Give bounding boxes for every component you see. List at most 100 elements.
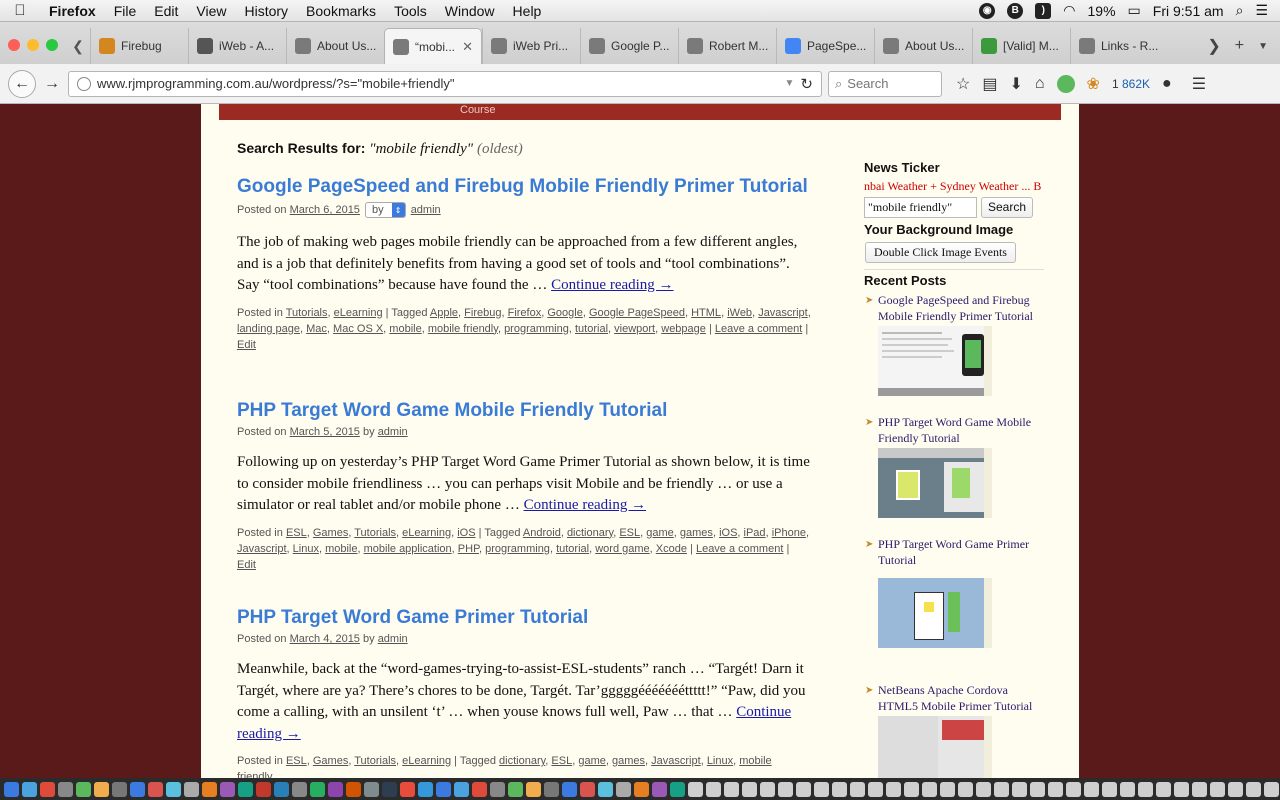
tag-link[interactable]: Javascript bbox=[237, 543, 287, 555]
dock-app-icon[interactable] bbox=[490, 781, 505, 797]
notification-center-icon[interactable]: ☰ bbox=[1255, 2, 1268, 19]
spotlight-search-icon[interactable]: ⌕ bbox=[1236, 2, 1244, 19]
dock-app-icon[interactable] bbox=[832, 781, 847, 797]
category-link[interactable]: eLearning bbox=[402, 755, 451, 767]
dock-app-icon[interactable] bbox=[706, 781, 721, 797]
category-link[interactable]: ESL bbox=[286, 755, 307, 767]
continue-reading-link[interactable]: Continue reading → bbox=[551, 277, 673, 293]
dock-app-icon[interactable] bbox=[1228, 781, 1243, 797]
new-tab-icon[interactable]: + bbox=[1235, 37, 1244, 55]
dock-app-icon[interactable] bbox=[1156, 781, 1171, 797]
menu-file[interactable]: File bbox=[105, 3, 146, 19]
results-order[interactable]: (oldest) bbox=[477, 141, 523, 157]
wifi-icon[interactable]: ◠ bbox=[1063, 2, 1075, 19]
close-tab-icon[interactable]: ✕ bbox=[462, 39, 473, 55]
category-link[interactable]: Games bbox=[313, 527, 348, 539]
tag-link[interactable]: programming bbox=[504, 323, 569, 335]
post-title[interactable]: PHP Target Word Game Mobile Friendly Tut… bbox=[237, 400, 811, 422]
tag-link[interactable]: webpage bbox=[661, 323, 706, 335]
tag-link[interactable]: mobile bbox=[325, 543, 357, 555]
author-link[interactable]: admin bbox=[378, 633, 408, 645]
post-date-link[interactable]: March 6, 2015 bbox=[290, 204, 360, 216]
author-link[interactable]: admin bbox=[411, 204, 441, 216]
dock-app-icon[interactable] bbox=[994, 781, 1009, 797]
dock-app-icon[interactable] bbox=[976, 781, 991, 797]
dock-app-icon[interactable] bbox=[616, 781, 631, 797]
tag-link[interactable]: game bbox=[578, 755, 606, 767]
category-link[interactable]: Tutorials bbox=[286, 307, 328, 319]
dock-app-icon[interactable] bbox=[652, 781, 667, 797]
search-input[interactable]: ⌕ Search bbox=[828, 70, 942, 97]
download-counter[interactable]: 1 862K bbox=[1112, 77, 1150, 91]
dock-app-icon[interactable] bbox=[850, 781, 865, 797]
browser-tab[interactable]: [Valid] M... bbox=[972, 28, 1070, 64]
recent-post-item[interactable]: ➤ PHP Target Word Game Mobile Friendly T… bbox=[864, 414, 1044, 518]
dock-app-icon[interactable] bbox=[904, 781, 919, 797]
reload-icon[interactable]: ↻ bbox=[800, 75, 813, 93]
tag-link[interactable]: PHP bbox=[458, 543, 479, 555]
browser-tab[interactable]: About Us... bbox=[286, 28, 384, 64]
leave-comment-link[interactable]: Leave a comment bbox=[715, 323, 802, 335]
dock-app-icon[interactable] bbox=[436, 781, 451, 797]
tag-link[interactable]: programming bbox=[485, 543, 550, 555]
dock-app-icon[interactable] bbox=[1246, 781, 1261, 797]
menu-edit[interactable]: Edit bbox=[145, 3, 187, 19]
menu-help[interactable]: Help bbox=[504, 3, 551, 19]
url-text[interactable]: www.rjmprogramming.com.au/wordpress/?s="… bbox=[97, 76, 779, 91]
dock-app-icon[interactable] bbox=[598, 781, 613, 797]
recent-post-item[interactable]: ➤ Google PageSpeed and Firebug Mobile Fr… bbox=[864, 292, 1044, 396]
dock-app-icon[interactable] bbox=[634, 781, 649, 797]
tag-link[interactable]: game bbox=[646, 527, 674, 539]
dock-app-icon[interactable] bbox=[274, 781, 289, 797]
recent-post-link[interactable]: Google PageSpeed and Firebug Mobile Frie… bbox=[878, 293, 1033, 323]
menu-window[interactable]: Window bbox=[436, 3, 504, 19]
tag-link[interactable]: iPhone bbox=[772, 527, 806, 539]
category-link[interactable]: iOS bbox=[457, 527, 475, 539]
dock-app-icon[interactable] bbox=[40, 781, 55, 797]
tab-list-dropdown-icon[interactable]: ▼ bbox=[1258, 41, 1268, 52]
dock-app-icon[interactable] bbox=[112, 781, 127, 797]
recent-post-item[interactable]: ➤ NetBeans Apache Cordova HTML5 Mobile P… bbox=[864, 682, 1044, 778]
dock-app-icon[interactable] bbox=[292, 781, 307, 797]
recent-post-link[interactable]: PHP Target Word Game Primer Tutorial bbox=[878, 537, 1029, 567]
dock-app-icon[interactable] bbox=[310, 781, 325, 797]
continue-reading-link[interactable]: Continue reading → bbox=[524, 497, 646, 513]
dock-app-icon[interactable] bbox=[418, 781, 433, 797]
status-b-icon[interactable]: B bbox=[1007, 2, 1024, 19]
dock-app-icon[interactable] bbox=[796, 781, 811, 797]
post-title[interactable]: Google PageSpeed and Firebug Mobile Frie… bbox=[237, 176, 811, 198]
dock-app-icon[interactable] bbox=[670, 781, 685, 797]
reading-list-icon[interactable]: ▤ bbox=[982, 74, 997, 94]
tab-scroll-left-icon[interactable]: ❮ bbox=[66, 28, 90, 64]
dock-app-icon[interactable] bbox=[220, 781, 235, 797]
dock-app-icon[interactable] bbox=[778, 781, 793, 797]
clock[interactable]: Fri 9:51 am bbox=[1153, 3, 1224, 19]
dock-app-icon[interactable] bbox=[328, 781, 343, 797]
dock-app-icon[interactable] bbox=[742, 781, 757, 797]
dock-app-icon[interactable] bbox=[184, 781, 199, 797]
tag-link[interactable]: mobile application bbox=[364, 543, 452, 555]
edit-link[interactable]: Edit bbox=[237, 339, 256, 351]
category-link[interactable]: eLearning bbox=[334, 307, 383, 319]
home-icon[interactable]: ⌂ bbox=[1035, 75, 1045, 93]
double-click-image-events-button[interactable]: Double Click Image Events bbox=[865, 242, 1016, 263]
author-link[interactable]: admin bbox=[378, 426, 408, 438]
category-link[interactable]: ESL bbox=[286, 527, 307, 539]
dock-app-icon[interactable] bbox=[454, 781, 469, 797]
dock-app-icon[interactable] bbox=[940, 781, 955, 797]
recent-post-thumbnail[interactable] bbox=[878, 716, 992, 778]
tag-link[interactable]: iWeb bbox=[727, 307, 752, 319]
dock-app-icon[interactable] bbox=[814, 781, 829, 797]
dock-app-icon[interactable] bbox=[166, 781, 181, 797]
tab-scroll-right-icon[interactable]: ❯ bbox=[1207, 36, 1220, 56]
dock-app-icon[interactable] bbox=[400, 781, 415, 797]
dock-app-icon[interactable] bbox=[346, 781, 361, 797]
dock-app-icon[interactable] bbox=[724, 781, 739, 797]
recent-post-item[interactable]: ➤ PHP Target Word Game Primer Tutorial bbox=[864, 536, 1044, 648]
news-ticker[interactable]: nbai Weather + Sydney Weather ... B bbox=[864, 179, 1041, 194]
browser-tab[interactable]: Google P... bbox=[580, 28, 678, 64]
browser-tab[interactable]: Links - R... bbox=[1070, 28, 1168, 64]
recent-post-link[interactable]: PHP Target Word Game Mobile Friendly Tut… bbox=[878, 415, 1031, 445]
tag-link[interactable]: Mac bbox=[306, 323, 327, 335]
dock-app-icon[interactable] bbox=[1174, 781, 1189, 797]
